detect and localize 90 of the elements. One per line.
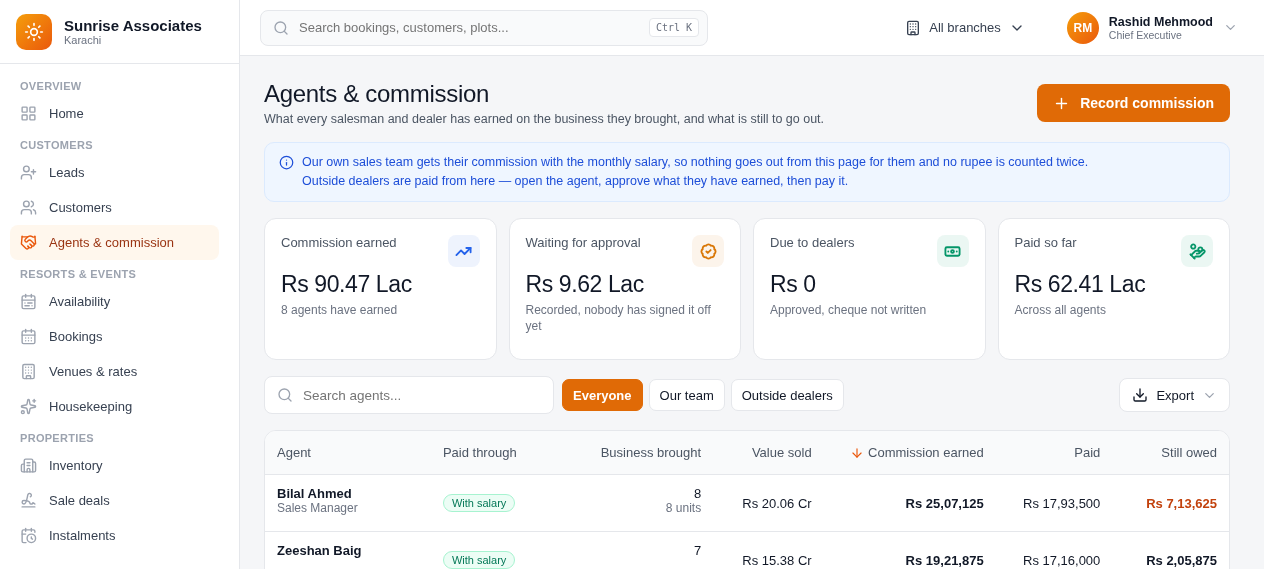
stat-value: Rs 0 [770, 271, 817, 298]
nav-item[interactable]: Housekeeping [10, 389, 219, 424]
nav-item[interactable]: Bookings [10, 319, 219, 354]
user-role: Chief Executive [1108, 28, 1183, 41]
stat-icon [936, 235, 969, 267]
section-title: RESORTS & EVENTS [19, 267, 138, 282]
brand-name: Sunrise Associates [64, 17, 202, 34]
agent-name: Zeeshan Baig [277, 543, 362, 558]
nav-item[interactable]: Venues & rates [10, 354, 219, 389]
search-icon [273, 19, 289, 36]
nav-item[interactable]: Availability [10, 284, 219, 319]
nav-item[interactable]: Instalments [10, 518, 219, 553]
nav-icon [20, 363, 37, 380]
column-header[interactable]: Business brought [578, 445, 702, 460]
agent-role: Sales Manager [277, 501, 358, 515]
column-header[interactable]: Value sold [713, 445, 812, 460]
agent-search-field[interactable]: Search agents... [264, 376, 554, 414]
stat-label: Due to dealers [770, 235, 855, 250]
stat-label: Waiting for approval [525, 235, 641, 250]
filter-chip[interactable]: Outside dealers [730, 379, 844, 411]
stat-note: Approved, cheque not written [770, 302, 928, 318]
page-subtitle: What every salesman and dealer has earned on the business they brought, and what is still to go out. [264, 112, 825, 126]
section-title: OVERVIEW [19, 79, 83, 94]
stat-value: Rs 62.41 Lac [1014, 271, 1147, 298]
section-title: PROPERTIES [19, 431, 95, 446]
stat-value: Rs 9.62 Lac [525, 271, 645, 298]
nav-icon [20, 199, 37, 216]
search-icon [277, 387, 293, 403]
stat-label: Paid so far [1014, 235, 1077, 250]
amount-owed: Rs 2,05,875 [1146, 552, 1217, 568]
column-header[interactable]: Paid [995, 445, 1101, 460]
nav-item[interactable]: Agents & commission [10, 225, 219, 260]
user-menu[interactable]: RM Rashid Mehmood Chief Executive [1060, 10, 1244, 45]
avatar: RM [1066, 11, 1099, 44]
filter-chip[interactable]: Our team [648, 379, 725, 411]
nav-icon [20, 293, 37, 310]
column-header[interactable]: Paid through [442, 445, 566, 460]
amount-owed: Rs 7,13,625 [1146, 495, 1217, 511]
nav-icon [20, 164, 37, 181]
stat-value: Rs 90.47 Lac [281, 271, 413, 298]
section-title: CUSTOMERS [19, 138, 94, 153]
value-sold: Rs 15.38 Cr [742, 552, 812, 568]
user-name: Rashid Mehmood [1108, 14, 1213, 29]
amount-paid: Rs 17,16,000 [1023, 552, 1101, 568]
paid-through-tag: With salary [442, 494, 516, 512]
column-header[interactable]: Commission earned [823, 445, 984, 460]
commission-earned: Rs 19,21,875 [905, 552, 984, 568]
amount-paid: Rs 17,93,500 [1023, 495, 1101, 511]
stat-note: Across all agents [1014, 302, 1107, 318]
branch-selector[interactable]: All branches [899, 18, 1031, 37]
nav-item[interactable]: Customers [10, 190, 219, 225]
nav-item[interactable]: Sale deals [10, 483, 219, 518]
sun-logo-icon [16, 13, 52, 50]
search-field[interactable]: Search bookings, customers, plots... Ctrl K [260, 9, 708, 46]
stat-icon [692, 235, 724, 267]
nav-icon [20, 105, 37, 122]
stat-label: Commission earned [281, 235, 397, 250]
building-icon [905, 19, 922, 36]
units-count: 8 units [665, 501, 702, 515]
agent-name: Bilal Ahmed [277, 486, 352, 501]
nav-icon [20, 398, 37, 415]
export-button[interactable]: Export [1119, 378, 1230, 412]
paid-through-tag: With salary [442, 551, 516, 569]
nav-icon [20, 527, 37, 544]
nav-item[interactable]: Inventory [10, 448, 219, 483]
nav-icon [20, 234, 37, 251]
nav-item[interactable]: Home [10, 96, 219, 131]
stat-note: 8 agents have earned [281, 302, 399, 318]
value-sold: Rs 20.06 Cr [742, 495, 812, 511]
download-icon [1132, 387, 1149, 403]
nav-icon [20, 457, 37, 474]
agent-search-input[interactable]: Search agents... [301, 386, 541, 404]
search-input[interactable]: Search bookings, customers, plots... [297, 19, 641, 36]
stat-note: Recorded, nobody has signed it off yet [525, 302, 712, 334]
business-count: 8 [693, 486, 702, 501]
nav-item[interactable]: Leads [10, 155, 219, 190]
stat-icon [447, 235, 480, 267]
shortcut-hint: Ctrl K [648, 18, 699, 37]
commission-earned: Rs 25,07,125 [905, 495, 984, 511]
nav-icon [20, 492, 37, 509]
column-header[interactable]: Still owed [1112, 445, 1217, 460]
business-count: 7 [693, 543, 702, 558]
stat-icon [1181, 235, 1213, 267]
page-title: Agents & commission [264, 80, 491, 108]
column-header[interactable]: Agent [277, 445, 431, 460]
info-icon [279, 155, 294, 170]
notice-text: Outside dealers are paid from here — open the agent, approve what they have earned, then pay it. [302, 173, 850, 190]
nav-icon [20, 328, 37, 345]
brand-city: Karachi [64, 34, 103, 46]
notice-text: Our own sales team gets their commission with the monthly salary, so nothing goes out from this page for them and no rupee is counted twice. [302, 154, 1089, 171]
